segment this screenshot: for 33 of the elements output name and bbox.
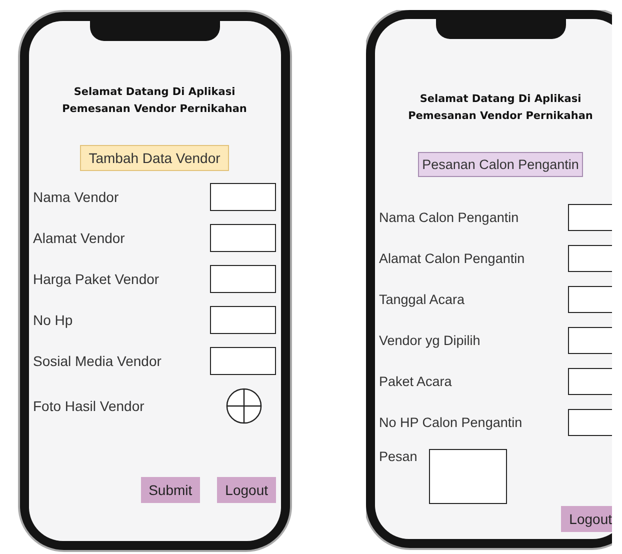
field-label: Alamat Vendor: [33, 230, 125, 246]
action-button[interactable]: Logout: [561, 506, 612, 532]
input-field[interactable]: [210, 265, 276, 293]
input-field[interactable]: [568, 408, 612, 436]
input-field[interactable]: [568, 368, 612, 394]
field-label: Nama Calon Pengantin: [379, 210, 519, 224]
field-label: Alamat Calon Pengantin: [379, 250, 525, 266]
app-title: Selamat Datang Di Aplikasi Pemesanan Vendor Pernikahan: [407, 92, 594, 124]
add-icon[interactable]: [226, 388, 262, 424]
section-heading: Tambah Data Vendor: [80, 145, 230, 171]
input-field[interactable]: [568, 204, 612, 230]
field-label: Sosial Media Vendor: [33, 353, 162, 369]
action-button[interactable]: Submit: [140, 477, 200, 503]
input-field[interactable]: [210, 347, 276, 375]
input-field[interactable]: [210, 306, 276, 334]
field-label: Paket Acara: [379, 374, 452, 388]
field-label: Nama Vendor: [33, 189, 119, 205]
field-label: Pesan: [379, 449, 418, 464]
input-field[interactable]: [210, 183, 276, 211]
field-label: No Hp: [33, 312, 73, 328]
field-label: Harga Paket Vendor: [33, 271, 160, 287]
input-field[interactable]: [568, 244, 612, 272]
field-label: No HP Calon Pengantin: [379, 414, 522, 430]
action-button[interactable]: Logout: [217, 477, 276, 503]
input-field[interactable]: [568, 286, 612, 312]
input-field[interactable]: [210, 224, 276, 252]
input-field[interactable]: [568, 326, 612, 354]
app-title: Selamat Datang Di Aplikasi Pemesanan Vendor Pernikahan: [61, 85, 248, 117]
field-label: Vendor yg Dipilih: [379, 332, 480, 348]
section-heading: Pesanan Calon Pengantin: [418, 152, 583, 177]
field-label: Tanggal Acara: [379, 292, 465, 306]
field-label: Foto Hasil Vendor: [33, 398, 144, 414]
message-field[interactable]: [429, 449, 508, 504]
